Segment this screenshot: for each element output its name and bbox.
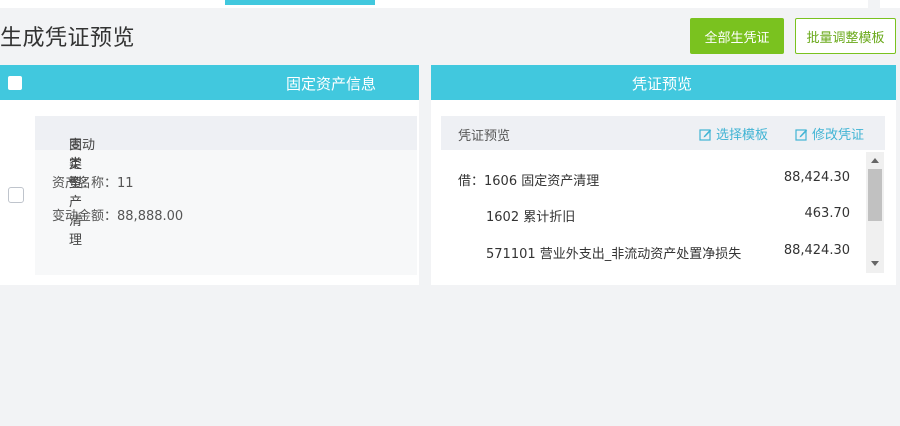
entry-account: 571101 营业外支出_非流动资产处置净损失 xyxy=(486,247,742,262)
voucher-entry: 571101 营业外支出_非流动资产处置净损失 xyxy=(486,243,741,262)
asset-name-value: 11 xyxy=(117,176,134,191)
entry-prefix: 借： xyxy=(458,174,485,189)
voucher-card-header: 凭证预览 选择模板 修改凭证 xyxy=(441,116,885,150)
voucher-preview-header: 凭证预览 xyxy=(431,65,896,100)
active-tab-indicator xyxy=(225,0,375,5)
select-template-link[interactable]: 选择模板 xyxy=(699,124,768,143)
top-tab-strip xyxy=(0,0,900,8)
asset-card-header: 变动类型： 固定资产清理 xyxy=(35,116,417,248)
batch-adjust-template-button[interactable]: 批量调整模板 xyxy=(795,18,896,54)
change-amount-value: 88,888.00 xyxy=(117,209,184,224)
asset-card: 变动类型： 固定资产清理 资产名称：11 变动金额：88,888.00 xyxy=(35,116,417,275)
scroll-down-arrow-icon[interactable] xyxy=(871,261,879,266)
asset-info-panel: 固定资产信息 变动类型： 固定资产清理 资产名称：11 变动金额：88,888.0… xyxy=(0,65,419,285)
generate-all-vouchers-button[interactable]: 全部生凭证 xyxy=(690,18,784,54)
voucher-card-title: 凭证预览 xyxy=(458,129,511,144)
voucher-entry: 1602 累计折旧 xyxy=(486,206,575,225)
change-amount-field: 变动金额：88,888.00 xyxy=(52,205,183,224)
row-checkbox[interactable] xyxy=(8,187,24,203)
voucher-preview-title: 凭证预览 xyxy=(632,75,693,93)
voucher-scrollbar[interactable] xyxy=(866,152,884,273)
entry-amount: 463.70 xyxy=(804,206,851,221)
change-amount-label: 变动金额： xyxy=(52,209,118,224)
scrollbar-thumb[interactable] xyxy=(868,169,882,221)
select-template-label: 选择模板 xyxy=(716,128,769,143)
entry-account: 1606 固定资产清理 xyxy=(484,174,600,189)
edit-voucher-link[interactable]: 修改凭证 xyxy=(795,124,864,143)
asset-name-field: 资产名称：11 xyxy=(52,172,134,191)
entry-account: 1602 累计折旧 xyxy=(486,210,576,225)
page-title: 生成凭证预览 xyxy=(0,26,136,51)
voucher-card: 凭证预览 选择模板 修改凭证 借：1606 固定资产清理 88,424.30 1… xyxy=(441,116,885,275)
scroll-up-arrow-icon[interactable] xyxy=(871,158,879,163)
entry-amount: 88,424.30 xyxy=(783,170,850,185)
entry-amount: 88,424.30 xyxy=(783,243,850,258)
edit-icon xyxy=(699,129,712,141)
voucher-preview-panel: 凭证预览 凭证预览 选择模板 修改凭证 借：1606 固定资产清理 88,424… xyxy=(431,65,896,285)
asset-info-title: 固定资产信息 xyxy=(286,75,377,93)
select-all-checkbox[interactable] xyxy=(8,76,22,90)
asset-name-label: 资产名称： xyxy=(52,176,118,191)
edit-icon xyxy=(795,129,808,141)
voucher-entry: 借：1606 固定资产清理 xyxy=(458,170,599,189)
change-type-value: 固定资产清理 xyxy=(69,138,83,248)
asset-info-header: 固定资产信息 xyxy=(0,65,419,100)
top-strip-notch xyxy=(868,0,880,8)
edit-voucher-label: 修改凭证 xyxy=(812,128,865,143)
